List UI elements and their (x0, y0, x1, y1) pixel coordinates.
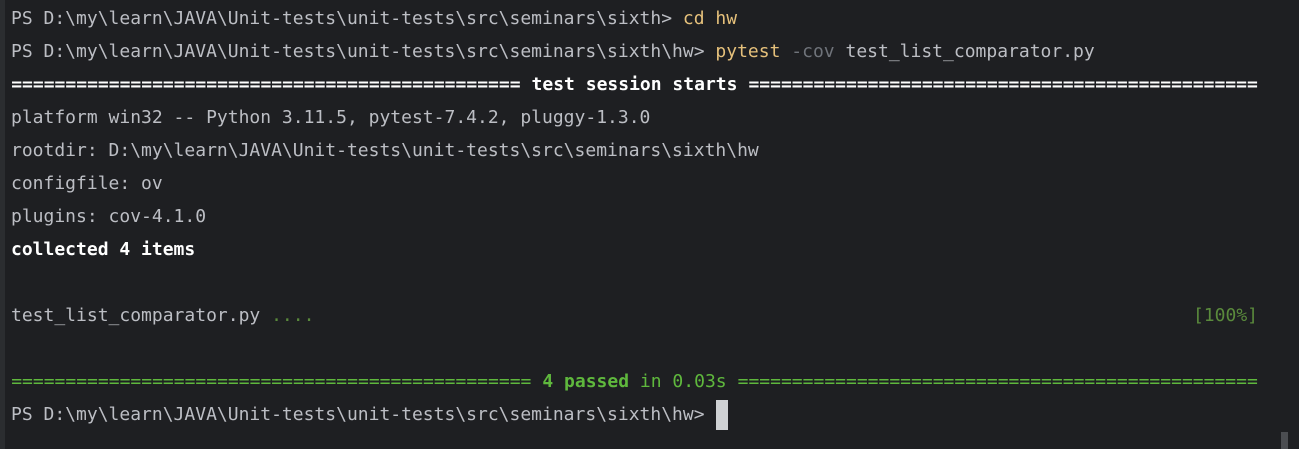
rule-left: ========================================… (11, 74, 521, 95)
rule-right: ========================================… (737, 371, 1258, 392)
prompt: PS D:\my\learn\JAVA\Unit-tests\unit-test… (11, 404, 705, 425)
command-flag: -cov (791, 41, 835, 62)
terminal-line-cd: PS D:\my\learn\JAVA\Unit-tests\unit-test… (11, 2, 737, 35)
command-pytest: pytest (715, 41, 781, 62)
terminal-line-prompt[interactable]: PS D:\my\learn\JAVA\Unit-tests\unit-test… (11, 398, 728, 431)
prompt: PS D:\my\learn\JAVA\Unit-tests\unit-test… (11, 8, 683, 29)
text-cursor (715, 399, 728, 430)
passed-count: 4 passed (542, 371, 630, 392)
test-file: test_list_comparator.py (11, 305, 261, 326)
rule-right: ========================================… (748, 74, 1258, 95)
session-title: test session starts (531, 74, 738, 95)
test-dots: .... (271, 305, 315, 326)
rootdir-line: rootdir: D:\my\learn\JAVA\Unit-tests\uni… (11, 140, 759, 161)
summary-rule: ========================================… (11, 365, 1258, 398)
terminal-panel[interactable]: PS D:\my\learn\JAVA\Unit-tests\unit-test… (0, 0, 1299, 449)
terminal-gutter (0, 0, 5, 449)
prompt: PS D:\my\learn\JAVA\Unit-tests\unit-test… (11, 41, 716, 62)
summary-text: 4 passed in 0.03s (531, 365, 737, 398)
test-result-line: test_list_comparator.py .... [100%] (11, 299, 1258, 332)
command-argument: test_list_comparator.py (845, 41, 1095, 62)
collected-line: collected 4 items (11, 239, 196, 260)
rule-left: ========================================… (11, 371, 532, 392)
passed-time: in 0.03s (639, 371, 727, 392)
configfile-line: configfile: ov (11, 173, 163, 194)
session-header-rule: ========================================… (11, 68, 1258, 101)
progress-percent: [100%] (1192, 305, 1258, 326)
plugins-line: plugins: cov-4.1.0 (11, 206, 207, 227)
command-cd: cd hw (682, 8, 738, 29)
scrollbar-thumb[interactable] (1281, 432, 1288, 449)
terminal-line-pytest: PS D:\my\learn\JAVA\Unit-tests\unit-test… (11, 35, 1095, 68)
platform-line: platform win32 -- Python 3.11.5, pytest-… (11, 107, 651, 128)
